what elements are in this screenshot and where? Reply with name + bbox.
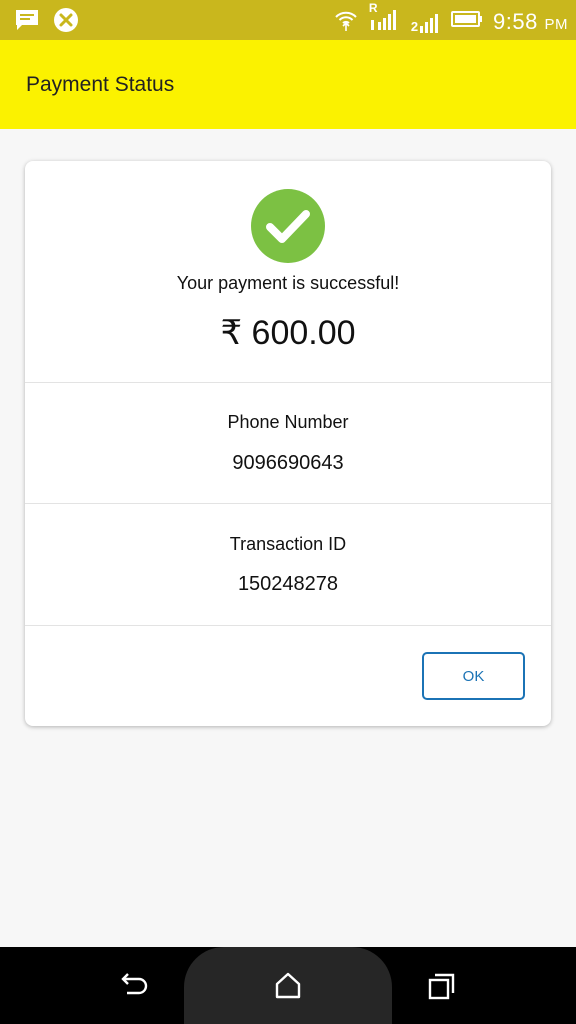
success-message: Your payment is successful! (176, 273, 400, 293)
status-time-ampm: PM (544, 15, 568, 33)
battery-icon (451, 9, 483, 34)
phone-number-label: Phone Number (227, 412, 349, 432)
status-time-value: 9:58 (493, 8, 538, 34)
transaction-id-value: 150248278 (237, 573, 339, 595)
sim2-label: 2 (410, 18, 419, 34)
back-icon[interactable] (119, 971, 149, 1004)
phone-number-value: 9096690643 (232, 452, 344, 474)
signal-icon: R (369, 1, 401, 37)
recent-apps-icon[interactable] (427, 971, 457, 1006)
transaction-id-label: Transaction ID (229, 534, 347, 554)
message-icon (14, 8, 40, 37)
divider (25, 503, 551, 504)
page-title: Payment Status (26, 73, 175, 96)
app-notification-icon (53, 7, 79, 38)
divider (25, 625, 551, 626)
divider (25, 382, 551, 383)
home-icon[interactable] (274, 971, 302, 1004)
wifi-icon (333, 6, 359, 37)
success-check-icon (251, 189, 325, 263)
payment-amount: ₹ 600.00 (220, 314, 356, 352)
status-time: 9:58 PM (493, 9, 568, 35)
payment-status-card: Your payment is successful! ₹ 600.00 Pho… (25, 161, 551, 726)
signal-2-icon: 2 (411, 10, 441, 34)
ok-button[interactable]: OK (422, 652, 525, 700)
sim1-label: R (368, 1, 378, 15)
app-bar: Payment Status (0, 40, 576, 129)
status-bar: R 2 9:58 PM (0, 0, 576, 40)
navigation-bar (0, 947, 576, 1024)
